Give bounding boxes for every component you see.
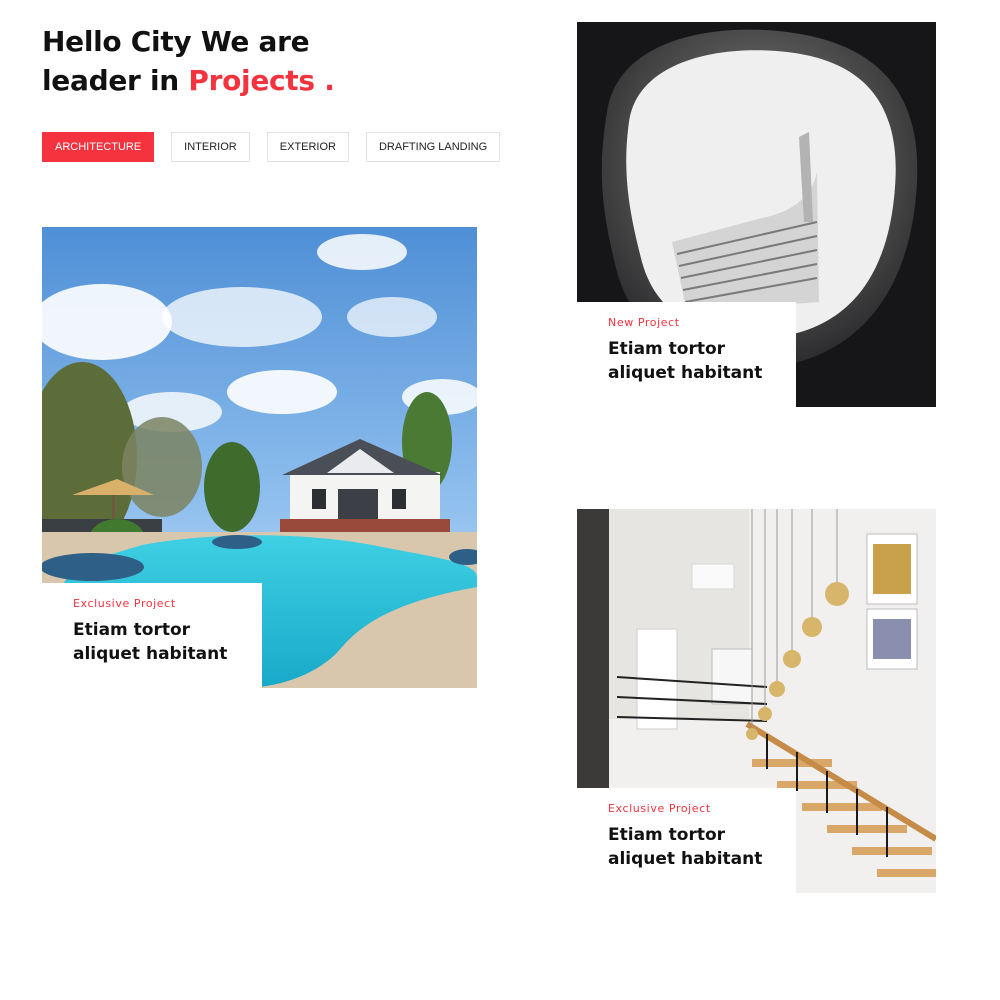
- project-caption: Exclusive Project Etiam tortor aliquet h…: [577, 788, 796, 893]
- project-tag: New Project: [608, 316, 680, 329]
- project-filter-tabs: ARCHITECTURE INTERIOR EXTERIOR DRAFTING …: [42, 132, 501, 162]
- page-title: Hello City We are leader in Projects .: [42, 22, 462, 100]
- project-caption: New Project Etiam tortor aliquet habitan…: [577, 302, 796, 407]
- filter-drafting-landing[interactable]: DRAFTING LANDING: [365, 132, 501, 162]
- project-title[interactable]: Etiam tortor aliquet habitant: [73, 618, 248, 666]
- project-tag: Exclusive Project: [73, 597, 176, 610]
- project-tag: Exclusive Project: [608, 802, 711, 815]
- filter-architecture[interactable]: ARCHITECTURE: [42, 132, 155, 162]
- project-caption: Exclusive Project Etiam tortor aliquet h…: [42, 583, 262, 688]
- title-accent: Projects .: [188, 64, 335, 97]
- filter-interior[interactable]: INTERIOR: [171, 132, 250, 162]
- project-card[interactable]: Exclusive Project Etiam tortor aliquet h…: [42, 227, 477, 688]
- filter-exterior[interactable]: EXTERIOR: [266, 132, 349, 162]
- page: Hello City We are leader in Projects . AR…: [0, 0, 1000, 1000]
- title-line-2-prefix: leader in: [42, 64, 189, 97]
- project-title[interactable]: Etiam tortor aliquet habitant: [608, 337, 783, 385]
- project-card[interactable]: New Project Etiam tortor aliquet habitan…: [577, 22, 936, 407]
- title-line-1: Hello City We are: [42, 25, 310, 58]
- project-card[interactable]: Exclusive Project Etiam tortor aliquet h…: [577, 509, 936, 893]
- project-title[interactable]: Etiam tortor aliquet habitant: [608, 823, 783, 871]
